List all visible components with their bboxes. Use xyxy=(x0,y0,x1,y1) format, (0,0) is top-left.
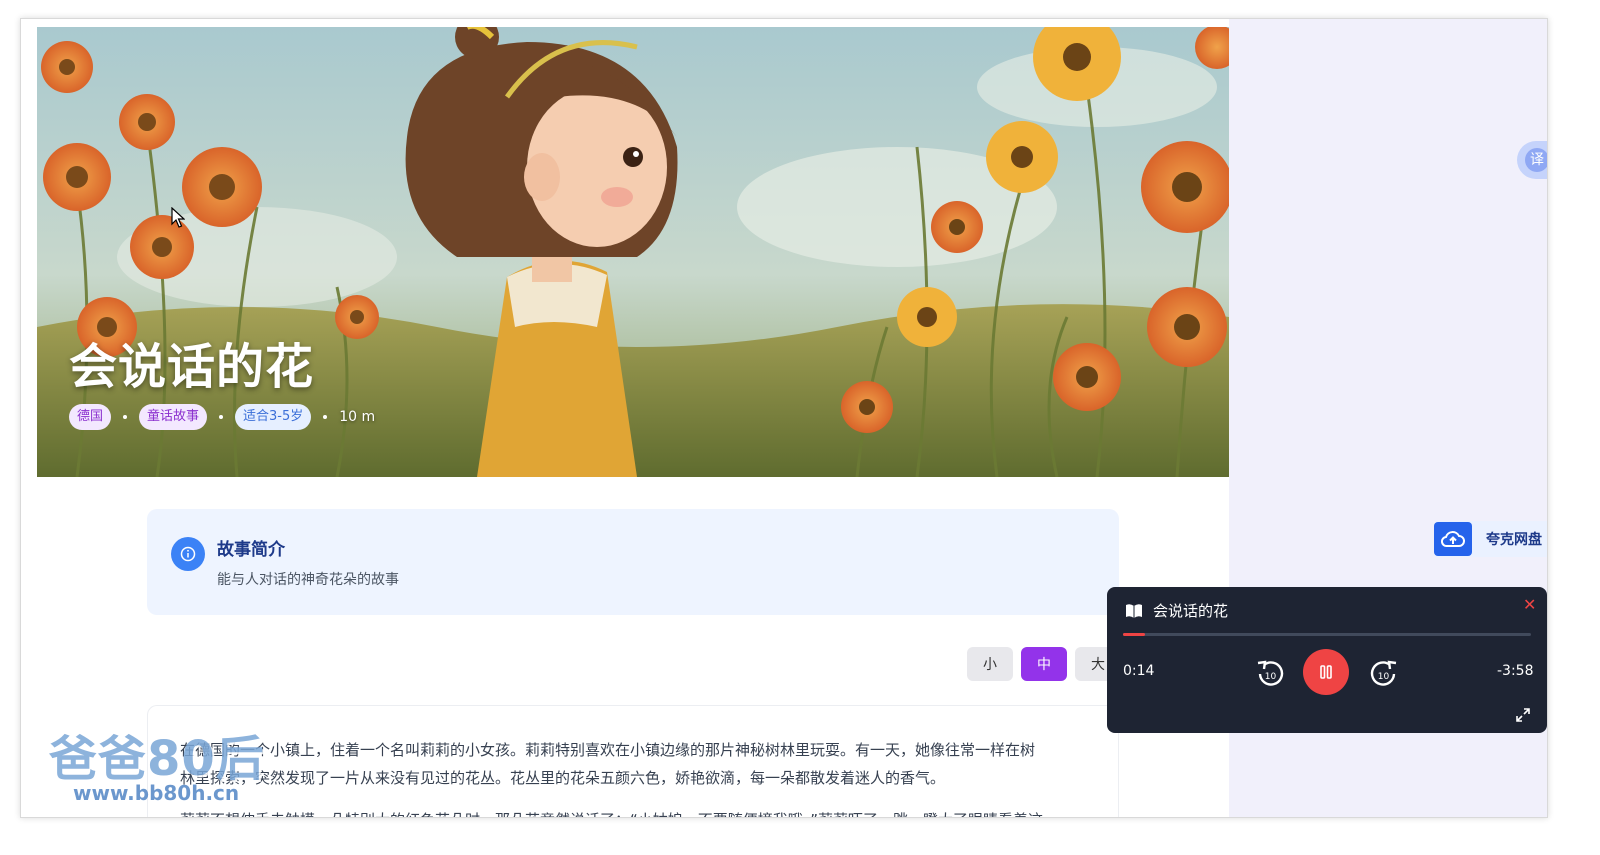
separator-dot xyxy=(219,415,224,419)
tag-category[interactable]: 童话故事 xyxy=(139,404,208,430)
font-size-medium-button[interactable]: 中 xyxy=(1021,647,1067,681)
quark-pan-label: 夸克网盘 xyxy=(1486,532,1542,548)
translate-button[interactable]: 译 xyxy=(1517,141,1547,179)
story-paragraph-2: 莉莉不想伸手去触摸一朵特别大的红色花朵时，那朵花竟然说话了：“小姑娘，不要随便摘… xyxy=(180,806,1090,817)
player-title: 会说话的花 xyxy=(1153,602,1229,620)
pause-icon xyxy=(1320,665,1332,679)
remaining-time: -3:58 xyxy=(1497,663,1534,679)
story-body: 在德国的一个小镇上，住着一个名叫莉莉的小女孩。莉莉特别喜欢在小镇边缘的那片神秘树… xyxy=(147,705,1119,817)
watermark-url: www.bb80h.cn xyxy=(73,781,240,805)
font-size-small-button[interactable]: 小 xyxy=(967,647,1013,681)
pause-button[interactable] xyxy=(1303,649,1349,695)
story-title: 会说话的花 xyxy=(69,339,315,395)
book-icon xyxy=(1126,604,1142,618)
summary-card: 故事简介 能与人对话的神奇花朵的故事 xyxy=(147,509,1119,615)
separator-dot xyxy=(123,415,128,419)
summary-text: 能与人对话的神奇花朵的故事 xyxy=(217,572,399,588)
story-paragraph-1-line-2: 林里探索，突然发现了一片从来没有见过的花丛。花丛里的花朵五颜六色，娇艳欲滴，每一… xyxy=(180,769,946,787)
cloud-upload-icon xyxy=(1434,522,1472,556)
separator-dot xyxy=(323,415,328,419)
story-duration: 10 m xyxy=(339,409,376,425)
translate-icon: 译 xyxy=(1525,148,1547,172)
font-size-selector: 小 中 大 xyxy=(967,647,1121,681)
mouse-cursor-icon xyxy=(171,207,185,228)
close-icon[interactable]: ✕ xyxy=(1523,595,1536,614)
expand-icon[interactable] xyxy=(1515,707,1531,723)
browser-window: 会说话的花 德国 童话故事 适合3-5岁 10 m 故事简介 能与人对话的神奇花… xyxy=(20,18,1548,818)
audio-player: 会说话的花 ✕ 0:14 10 10 -3:58 xyxy=(1107,587,1547,733)
progress-bar[interactable] xyxy=(1123,633,1531,636)
watermark-logo: 爸爸80后 xyxy=(49,731,265,787)
tag-country[interactable]: 德国 xyxy=(69,404,112,430)
forward-10-icon[interactable]: 10 xyxy=(1369,657,1399,689)
story-paragraph-1-line-1: 在德国的一个小镇上，住着一个名叫莉莉的小女孩。莉莉特别喜欢在小镇边缘的那片神秘树… xyxy=(180,741,1036,759)
current-time: 0:14 xyxy=(1123,663,1155,679)
quark-pan-button[interactable]: 夸克网盘 xyxy=(1434,521,1547,557)
forward-seconds-label: 10 xyxy=(1378,672,1390,682)
hero-banner: 会说话的花 德国 童话故事 适合3-5岁 10 m xyxy=(37,27,1229,477)
rewind-10-icon[interactable]: 10 xyxy=(1255,657,1285,689)
info-icon xyxy=(171,537,205,571)
story-tags: 德国 童话故事 适合3-5岁 10 m xyxy=(69,403,375,431)
progress-fill xyxy=(1123,633,1146,636)
rewind-seconds-label: 10 xyxy=(1265,672,1277,682)
tag-age[interactable]: 适合3-5岁 xyxy=(235,404,312,430)
summary-heading: 故事简介 xyxy=(217,540,285,560)
